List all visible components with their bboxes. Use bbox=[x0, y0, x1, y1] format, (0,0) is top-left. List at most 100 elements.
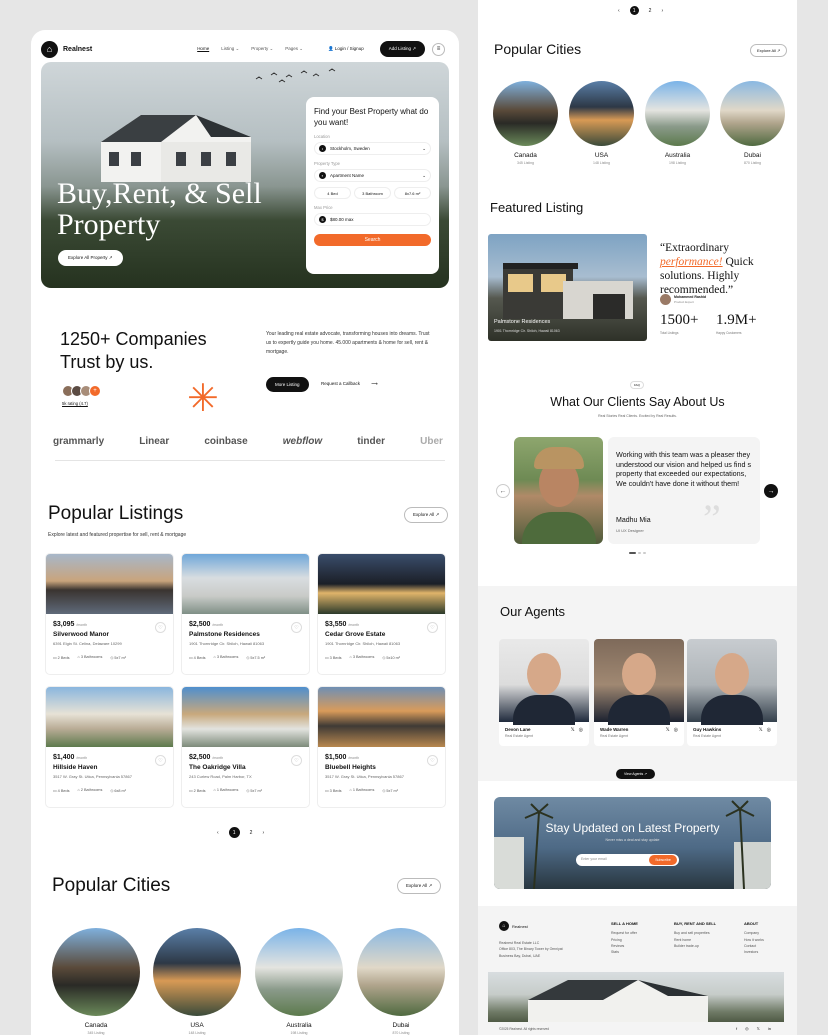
explore-cities-button[interactable]: Explore All ↗ bbox=[397, 878, 442, 894]
area-filter[interactable]: 8x7.6 m² bbox=[394, 187, 431, 199]
explore-property-button[interactable]: Explore All Property ↗ bbox=[58, 250, 123, 266]
filter-icon[interactable]: ≡ bbox=[432, 42, 445, 56]
listing-image[interactable] bbox=[182, 554, 309, 614]
city-image[interactable] bbox=[569, 81, 634, 146]
footer-link[interactable]: Stats bbox=[611, 949, 638, 955]
agent-card[interactable]: Wade Warren Real Estate Agent 𝕏 ◎ bbox=[594, 639, 684, 746]
menu-home[interactable]: Home bbox=[197, 46, 209, 52]
city-card[interactable]: Canada 345 Listing bbox=[52, 928, 140, 1035]
heart-icon[interactable]: ♡ bbox=[427, 755, 438, 766]
twitter-icon[interactable]: 𝕏 bbox=[759, 727, 763, 733]
listing-name[interactable]: Hillside Haven bbox=[53, 764, 173, 771]
next-page-icon[interactable]: › bbox=[661, 8, 663, 14]
facebook-icon[interactable]: f bbox=[736, 1026, 737, 1031]
listing-card[interactable]: ♡ $3,550 /month Cedar Grove Estate 1901 … bbox=[317, 553, 446, 675]
city-image[interactable] bbox=[493, 81, 558, 146]
instagram-icon[interactable]: ◎ bbox=[745, 1026, 749, 1031]
instagram-icon[interactable]: ◎ bbox=[674, 727, 678, 733]
type-select[interactable]: ▪ Apartment Name ⌄ bbox=[314, 169, 431, 182]
location-select[interactable]: • Stockholm, Sweden ⌄ bbox=[314, 142, 431, 155]
prev-page-icon[interactable]: ‹ bbox=[217, 830, 219, 836]
city-image[interactable] bbox=[645, 81, 710, 146]
twitter-icon[interactable]: 𝕏 bbox=[666, 727, 670, 733]
instagram-icon[interactable]: ◎ bbox=[579, 727, 583, 733]
linkedin-icon[interactable]: in bbox=[768, 1026, 771, 1031]
city-image[interactable] bbox=[357, 928, 445, 1016]
city-image[interactable] bbox=[255, 928, 343, 1016]
listing-name[interactable]: Palmstone Residences bbox=[189, 631, 309, 638]
heart-icon[interactable]: ♡ bbox=[155, 622, 166, 633]
beds-filter[interactable]: 4 Bed bbox=[314, 187, 351, 199]
heart-icon[interactable]: ♡ bbox=[155, 755, 166, 766]
listing-card[interactable]: ♡ $1,400 /month Hillside Haven 3517 W. G… bbox=[45, 686, 174, 808]
page-1[interactable]: 1 bbox=[228, 827, 240, 838]
listing-image[interactable] bbox=[318, 687, 445, 747]
add-listing-button[interactable]: Add Listing ↗ bbox=[379, 41, 425, 57]
view-agents-button[interactable]: View Agents ↗ bbox=[616, 769, 656, 779]
twitter-icon[interactable]: 𝕏 bbox=[571, 727, 575, 733]
dot[interactable] bbox=[638, 552, 641, 554]
footer-brand[interactable]: ⌂ Realnest bbox=[499, 921, 528, 931]
explore-cities-button-right[interactable]: Explore All ↗ bbox=[750, 44, 788, 57]
heart-icon[interactable]: ♡ bbox=[427, 622, 438, 633]
login-link[interactable]: 👤 Login / Signup bbox=[328, 46, 364, 52]
search-button[interactable]: Search bbox=[314, 234, 431, 246]
footer-link[interactable]: Builder trade-up bbox=[674, 943, 716, 949]
city-image[interactable] bbox=[720, 81, 785, 146]
listing-name[interactable]: Bluebell Heights bbox=[325, 764, 445, 771]
footer-link[interactable]: Request for offer bbox=[611, 930, 638, 936]
city-count: 148 Listing bbox=[188, 1031, 206, 1035]
subscribe-button[interactable]: Subscribe bbox=[649, 855, 677, 865]
listing-image[interactable] bbox=[318, 554, 445, 614]
logo-icon[interactable]: ⌂ bbox=[41, 40, 58, 58]
footer-link[interactable]: Investors bbox=[744, 949, 764, 955]
listing-image[interactable] bbox=[182, 687, 309, 747]
city-card[interactable]: Australia 198 Listing bbox=[255, 928, 343, 1035]
plus-icon[interactable]: + bbox=[89, 385, 101, 397]
listing-card[interactable]: ♡ $3,095 /month Silverwood Manor 6391 El… bbox=[45, 553, 174, 675]
dot[interactable] bbox=[643, 552, 646, 554]
prev-page-icon[interactable]: ‹ bbox=[618, 8, 620, 14]
footer-link[interactable]: How it works bbox=[744, 937, 764, 943]
listing-card[interactable]: ♡ $1,500 /month Bluebell Heights 3517 W.… bbox=[317, 686, 446, 808]
menu-pages[interactable]: Pages ⌄ bbox=[285, 46, 303, 52]
callback-link[interactable]: Request a Callback ⟶ bbox=[321, 381, 378, 387]
listing-name[interactable]: Silverwood Manor bbox=[53, 631, 173, 638]
listing-card[interactable]: ♡ $2,500 /month Palmstone Residences 190… bbox=[181, 553, 310, 675]
agent-card[interactable]: Guy Hawkins Real Estate Agent 𝕏 ◎ bbox=[687, 639, 777, 746]
featured-image[interactable]: Palmstone Residences 1901 Thornridge Cir… bbox=[488, 234, 647, 341]
twitter-icon[interactable]: 𝕏 bbox=[757, 1026, 760, 1031]
page-2[interactable]: 2 bbox=[250, 830, 253, 836]
next-arrow-icon[interactable]: → bbox=[764, 484, 778, 498]
menu-listing[interactable]: Listing ⌄ bbox=[221, 46, 239, 52]
city-card[interactable]: USA 148 Listing bbox=[153, 928, 241, 1035]
agent-card[interactable]: Devon Lane Real Estate Agent 𝕏 ◎ bbox=[499, 639, 589, 746]
baths-filter[interactable]: 3 Bathroom bbox=[354, 187, 391, 199]
dot[interactable] bbox=[629, 552, 636, 554]
listing-image[interactable] bbox=[46, 554, 173, 614]
prev-arrow-icon[interactable]: ← bbox=[496, 484, 510, 498]
more-listing-button[interactable]: More Listing bbox=[266, 377, 309, 392]
heart-icon[interactable]: ♡ bbox=[291, 755, 302, 766]
page-1[interactable]: 1 bbox=[629, 6, 639, 15]
city-card[interactable]: Canada 345 Listing bbox=[493, 81, 558, 165]
explore-listings-button[interactable]: Explore All ↗ bbox=[404, 507, 449, 523]
price-input[interactable]: $ $80.00 max bbox=[314, 213, 431, 226]
brand-name[interactable]: Realnest bbox=[63, 46, 92, 53]
instagram-icon[interactable]: ◎ bbox=[767, 727, 771, 733]
city-image[interactable] bbox=[153, 928, 241, 1016]
city-card[interactable]: Dubai 870 Listing bbox=[357, 928, 445, 1035]
page-2[interactable]: 2 bbox=[649, 8, 652, 14]
menu-property[interactable]: Property ⌄ bbox=[251, 46, 273, 52]
city-card[interactable]: USA 148 Listing bbox=[569, 81, 634, 165]
heart-icon[interactable]: ♡ bbox=[291, 622, 302, 633]
listing-image[interactable] bbox=[46, 687, 173, 747]
listing-name[interactable]: The Oakridge Villa bbox=[189, 764, 309, 771]
city-card[interactable]: Australia 198 Listing bbox=[645, 81, 710, 165]
listing-card[interactable]: ♡ $2,500 /month The Oakridge Villa 243 C… bbox=[181, 686, 310, 808]
listing-name[interactable]: Cedar Grove Estate bbox=[325, 631, 445, 638]
city-image[interactable] bbox=[52, 928, 140, 1016]
next-page-icon[interactable]: › bbox=[262, 830, 264, 836]
agent-social: 𝕏 ◎ bbox=[666, 727, 678, 733]
city-card[interactable]: Dubai 870 Listing bbox=[720, 81, 785, 165]
